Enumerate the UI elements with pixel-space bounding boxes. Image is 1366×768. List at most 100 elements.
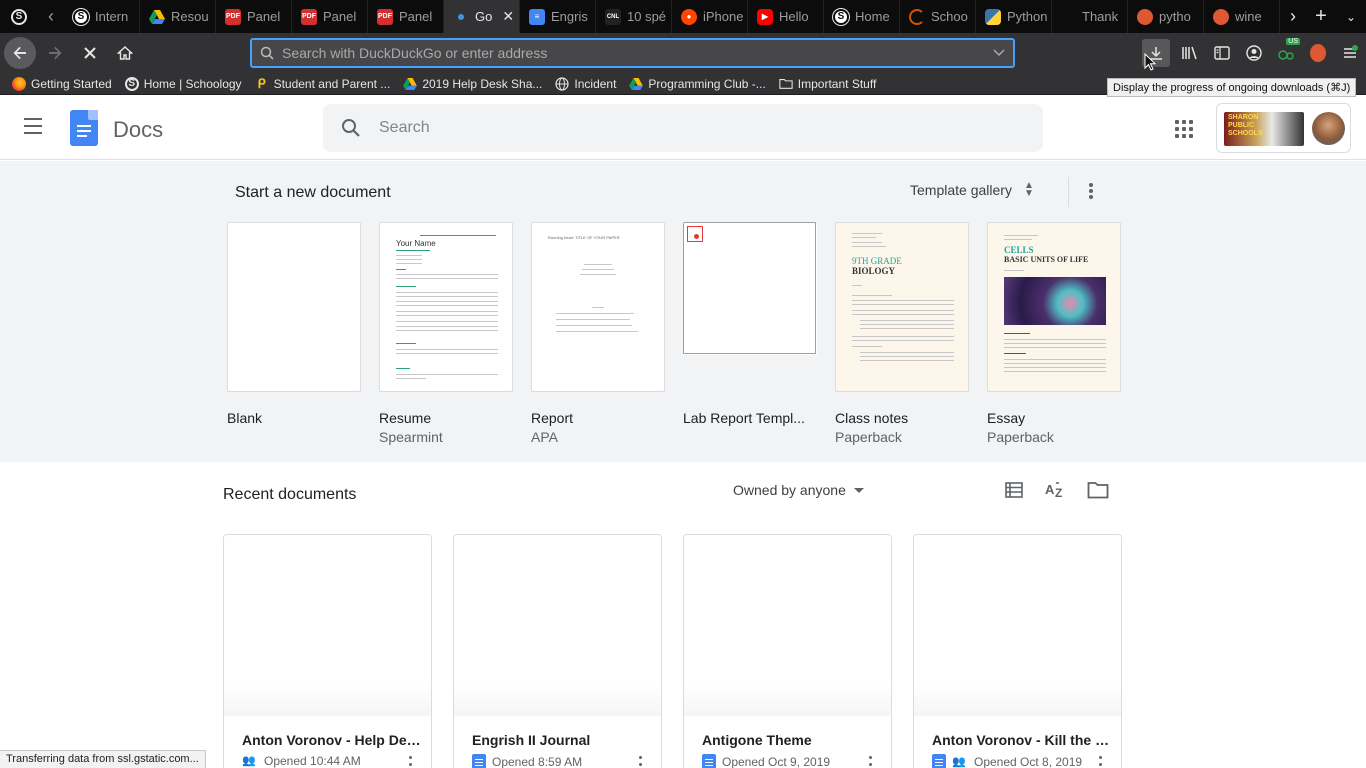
browser-tab[interactable]: S Intern: [64, 0, 140, 33]
browser-tab-active[interactable]: Go ✕: [444, 0, 520, 33]
template-class-notes[interactable]: 9TH GRADE BIOLOGY Class notes Paperback: [835, 222, 969, 445]
more-actions-icon[interactable]: [639, 756, 643, 768]
home-button[interactable]: [109, 37, 141, 69]
organization-logo: SHARON PUBLIC SCHOOLS: [1224, 112, 1304, 146]
browser-tab[interactable]: Python: [976, 0, 1052, 33]
template-thumbnail[interactable]: [683, 222, 817, 355]
browser-tab-bar: S ‹ S Intern Resou PDF Panel PDF Panel PDF P…: [0, 0, 1366, 33]
pdf-icon: PDF: [225, 8, 241, 25]
duckduckgo-extension-icon[interactable]: [1302, 33, 1334, 73]
search-icon[interactable]: [323, 118, 379, 138]
cnl-icon: CNL: [605, 8, 621, 25]
extension-icon[interactable]: US: [1270, 33, 1302, 73]
browser-tab[interactable]: Resou: [140, 0, 216, 33]
template-thumbnail[interactable]: CELLS BASIC UNITS OF LIFE: [987, 222, 1121, 392]
scroll-tabs-left-icon[interactable]: ‹: [38, 0, 64, 33]
scroll-tabs-right-icon[interactable]: ›: [1280, 0, 1306, 33]
divider: [1068, 177, 1069, 207]
menu-icon[interactable]: [1334, 33, 1366, 73]
bookmark-programming-club[interactable]: Programming Club -...: [629, 77, 766, 91]
sidebar-icon[interactable]: [1206, 33, 1238, 73]
sort-az-icon[interactable]: AZ: [1045, 479, 1067, 501]
extension-badge: US: [1286, 38, 1300, 45]
template-thumbnail[interactable]: [227, 222, 361, 392]
forward-button[interactable]: [39, 37, 71, 69]
address-dropdown-icon[interactable]: [985, 46, 1013, 60]
browser-tab[interactable]: CNL 10 spé: [596, 0, 672, 33]
browser-tab[interactable]: wine: [1204, 0, 1280, 33]
drive-icon: [149, 9, 165, 25]
bookmark-incident[interactable]: Incident: [555, 77, 616, 91]
docs-file-icon: [932, 754, 946, 768]
docs-logo-icon[interactable]: [70, 110, 98, 146]
template-blank[interactable]: Blank: [227, 222, 361, 445]
document-preview[interactable]: [914, 535, 1121, 716]
template-lab-report[interactable]: Lab Report Templ...: [683, 222, 817, 445]
document-preview[interactable]: [454, 535, 661, 716]
browser-tab[interactable]: pytho: [1128, 0, 1204, 33]
docs-search-bar[interactable]: [323, 104, 1043, 152]
account-icon[interactable]: [1238, 33, 1270, 73]
folder-picker-icon[interactable]: [1087, 479, 1109, 501]
bookmark-help-desk[interactable]: 2019 Help Desk Sha...: [403, 77, 542, 91]
shared-users-icon: 👥: [952, 756, 966, 768]
app-name[interactable]: Docs: [113, 117, 163, 143]
docs-search-input[interactable]: [379, 119, 1043, 137]
back-button[interactable]: [4, 37, 36, 69]
loading-icon: [458, 13, 464, 20]
browser-tab[interactable]: ▶ Hello: [748, 0, 824, 33]
document-card[interactable]: Antigone Theme Opened Oct 9, 2019: [683, 534, 892, 768]
list-all-tabs-icon[interactable]: ⌄: [1336, 0, 1366, 33]
bookmark-folder-important-stuff[interactable]: Important Stuff: [779, 77, 876, 91]
library-icon[interactable]: [1174, 33, 1206, 73]
more-actions-icon[interactable]: [1099, 756, 1103, 768]
template-section: Start a new document Template gallery ▲ ▼…: [0, 161, 1366, 462]
python-icon: [985, 8, 1001, 25]
bookmark-student-parent[interactable]: ᑭ Student and Parent ...: [255, 76, 390, 91]
bookmark-getting-started[interactable]: Getting Started: [12, 76, 112, 91]
template-thumbnail[interactable]: Your Name: [379, 222, 513, 392]
duckduckgo-icon: [1213, 8, 1229, 25]
browser-tab[interactable]: ● iPhone: [672, 0, 748, 33]
template-report[interactable]: Running head: TITLE OF YOUR PAPER Report…: [531, 222, 665, 445]
template-thumbnail[interactable]: Running head: TITLE OF YOUR PAPER: [531, 222, 665, 392]
google-apps-icon[interactable]: [1175, 120, 1193, 138]
recent-documents-grid: Anton Voronov - Help Des... 👥 Opened 10:…: [223, 534, 1122, 768]
main-menu-icon[interactable]: [24, 118, 48, 138]
avatar[interactable]: [1312, 112, 1345, 145]
template-gallery-button[interactable]: Template gallery ▲ ▼: [910, 181, 1034, 199]
schoology-extension-icon[interactable]: S: [0, 0, 38, 33]
browser-tab[interactable]: PDF Panel: [216, 0, 292, 33]
mouse-cursor-icon: [1144, 53, 1156, 71]
template-essay[interactable]: CELLS BASIC UNITS OF LIFE Essay Paperbac…: [987, 222, 1121, 445]
address-bar[interactable]: [250, 38, 1015, 68]
document-card[interactable]: Engrish II Journal Opened 8:59 AM: [453, 534, 662, 768]
browser-tab[interactable]: S Home: [824, 0, 900, 33]
document-card[interactable]: Anton Voronov - Help Des... 👥 Opened 10:…: [223, 534, 432, 768]
document-card[interactable]: Anton Voronov - Kill the K... 👥 Opened O…: [913, 534, 1122, 768]
stop-loading-button[interactable]: [74, 37, 106, 69]
start-new-document-heading: Start a new document: [235, 184, 391, 201]
account-switcher[interactable]: SHARON PUBLIC SCHOOLS: [1216, 103, 1351, 153]
more-options-icon[interactable]: [1083, 181, 1099, 201]
more-actions-icon[interactable]: [409, 756, 413, 768]
browser-tab[interactable]: ≡ Engris: [520, 0, 596, 33]
address-input[interactable]: [282, 45, 985, 61]
document-preview[interactable]: [224, 535, 431, 716]
tab-strip: S Intern Resou PDF Panel PDF Panel PDF Panel…: [64, 0, 1280, 33]
more-actions-icon[interactable]: [869, 756, 873, 768]
browser-tab[interactable]: PDF Panel: [292, 0, 368, 33]
new-tab-button[interactable]: +: [1306, 5, 1336, 28]
duckduckgo-icon: [1137, 8, 1153, 25]
list-view-icon[interactable]: [1003, 479, 1025, 501]
schoology-icon: S: [124, 76, 139, 91]
document-preview[interactable]: [684, 535, 891, 716]
browser-tab[interactable]: Thank: [1052, 0, 1128, 33]
template-resume[interactable]: Your Name Resume Spearmint: [379, 222, 513, 445]
browser-tab[interactable]: PDF Panel: [368, 0, 444, 33]
owner-filter-dropdown[interactable]: Owned by anyone: [733, 482, 864, 498]
bookmark-home-schoology[interactable]: S Home | Schoology: [124, 76, 242, 91]
template-thumbnail[interactable]: 9TH GRADE BIOLOGY: [835, 222, 969, 392]
close-tab-icon[interactable]: ✕: [502, 8, 514, 25]
browser-tab[interactable]: Schoo: [900, 0, 976, 33]
